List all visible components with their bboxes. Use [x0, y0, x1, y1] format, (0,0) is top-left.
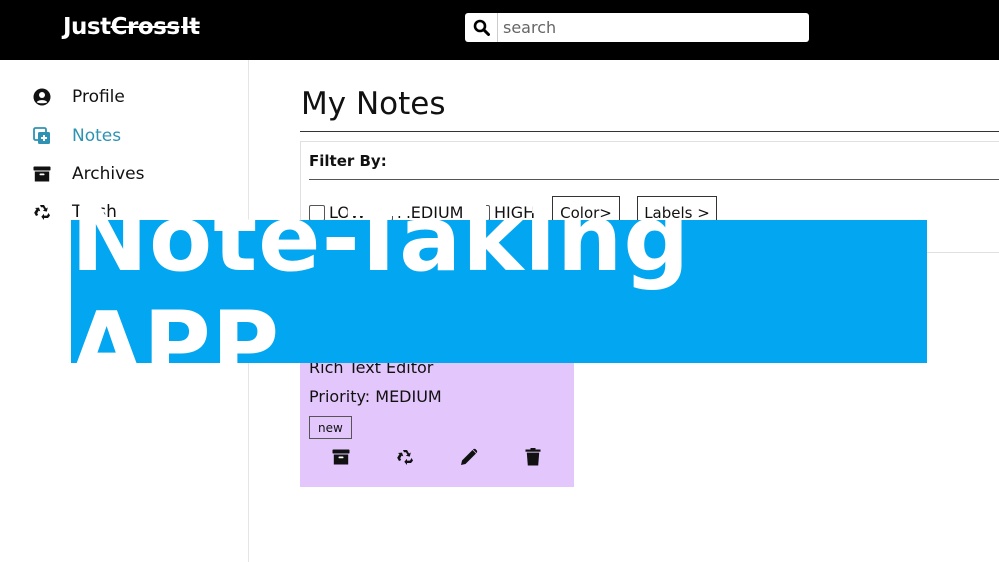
sidebar-item-label: Archives [72, 164, 145, 184]
archive-box-icon [32, 164, 52, 184]
user-circle-icon [32, 87, 52, 107]
filter-divider [309, 179, 999, 180]
archive-icon[interactable] [330, 446, 352, 468]
recycle-icon[interactable] [394, 446, 416, 468]
title-banner: Note-Taking APP [71, 185, 927, 399]
search-icon[interactable] [465, 13, 498, 42]
logo-text-it: It [181, 14, 200, 40]
title-divider [300, 131, 999, 132]
sidebar-item-label: Profile [72, 87, 125, 107]
logo-text-cross: Cross [110, 14, 180, 40]
search-bar [465, 13, 809, 42]
logo-text-just: Just [63, 14, 111, 40]
sidebar-item-archives[interactable]: Archives [32, 162, 144, 186]
top-bar: JustCross It [0, 0, 999, 60]
page-title: My Notes [301, 86, 446, 122]
filter-label: Filter By: [309, 152, 387, 170]
app-logo[interactable]: JustCross It [63, 14, 200, 40]
note-tag[interactable]: new [309, 416, 352, 439]
pencil-icon[interactable] [458, 446, 480, 468]
sidebar-item-notes[interactable]: Notes [32, 124, 121, 148]
add-note-icon [32, 126, 52, 146]
trash-icon[interactable] [522, 446, 544, 468]
sidebar-item-label: Notes [72, 126, 122, 146]
sidebar-item-profile[interactable]: Profile [32, 85, 125, 109]
recycle-icon [32, 202, 52, 222]
search-input[interactable] [498, 14, 809, 41]
banner-text: Note-Taking APP [71, 184, 691, 399]
